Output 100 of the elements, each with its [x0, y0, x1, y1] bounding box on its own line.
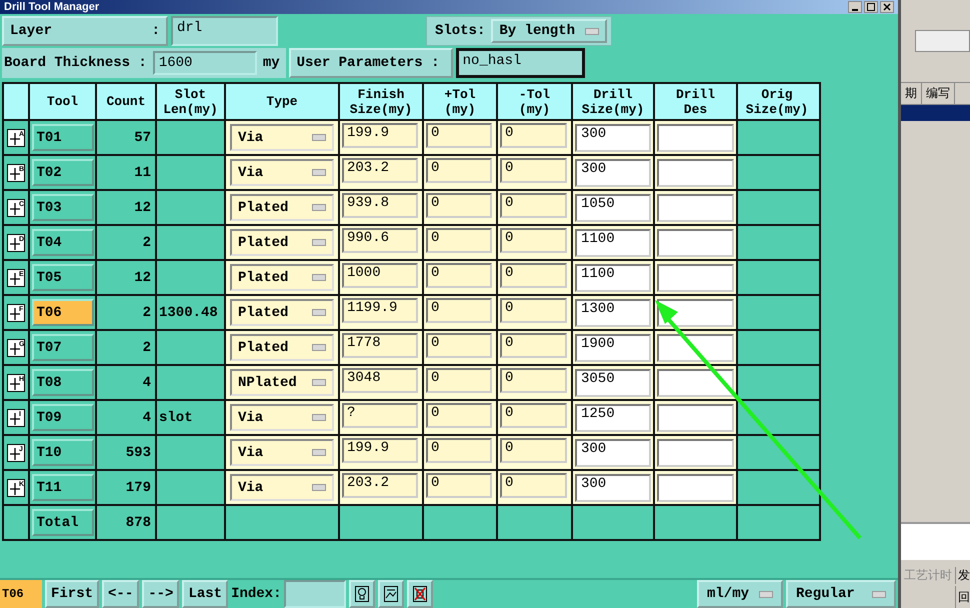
finish-size-field[interactable]: 3048 [342, 368, 418, 393]
minus-tolerance-field[interactable]: 0 [500, 263, 567, 288]
minus-tolerance-field[interactable]: 0 [500, 403, 567, 428]
drill-des-field[interactable] [657, 264, 734, 292]
tool-button[interactable]: T01 [32, 124, 94, 151]
units-dropdown[interactable]: ml/my [696, 580, 783, 608]
drill-size-field[interactable]: 1050 [575, 194, 651, 222]
drill-size-field[interactable]: 1900 [575, 334, 651, 362]
type-dropdown[interactable]: Via [230, 159, 334, 186]
type-dropdown[interactable]: Via [230, 404, 334, 431]
plus-tolerance-field[interactable]: 0 [426, 368, 492, 393]
plus-tolerance-field[interactable]: 0 [426, 193, 492, 218]
drill-size-field[interactable]: 300 [575, 474, 651, 502]
minus-tolerance-field[interactable]: 0 [500, 158, 567, 183]
drill-size-field[interactable]: 1300 [575, 298, 651, 326]
minimize-button[interactable] [848, 1, 862, 13]
mode-dropdown[interactable]: Regular [786, 580, 896, 608]
finish-size-field[interactable]: 199.9 [342, 123, 418, 148]
count-cell: 593 [97, 436, 157, 469]
minus-tolerance-field[interactable]: 0 [500, 298, 567, 323]
drill-des-field[interactable] [657, 438, 734, 466]
finish-size-field[interactable]: 203.2 [342, 158, 418, 183]
plus-tolerance-field[interactable]: 0 [426, 403, 492, 428]
count-cell: 2 [97, 226, 157, 259]
drill-des-field[interactable] [657, 474, 734, 502]
navigation-button[interactable]: First [45, 580, 100, 608]
finish-size-field[interactable]: 939.8 [342, 193, 418, 218]
finish-size-field[interactable]: ? [342, 403, 418, 428]
type-dropdown[interactable]: Plated [230, 299, 334, 326]
drill-size-field[interactable]: 300 [575, 438, 651, 466]
drill-des-field[interactable] [657, 228, 734, 256]
finish-size-field[interactable]: 199.9 [342, 438, 418, 463]
user-parameters-button[interactable]: User Parameters : [288, 48, 453, 78]
tool-button[interactable]: T09 [32, 404, 94, 431]
type-dropdown[interactable]: Via [230, 124, 334, 151]
delete-button[interactable] [407, 580, 434, 608]
drill-size-field[interactable]: 300 [575, 158, 651, 186]
minus-tolerance-field[interactable]: 0 [500, 333, 567, 358]
bulb-button[interactable] [349, 580, 376, 608]
drill-des-field[interactable] [657, 124, 734, 152]
drill-size-field[interactable]: 1250 [575, 404, 651, 432]
tool-button[interactable]: T05 [32, 264, 94, 291]
layer-text: Layer [10, 23, 52, 39]
slots-dropdown[interactable]: By length [491, 19, 607, 43]
plus-tolerance-field[interactable]: 0 [426, 333, 492, 358]
finish-size-field[interactable]: 1000 [342, 263, 418, 288]
type-dropdown[interactable]: Via [230, 439, 334, 466]
tool-button[interactable]: T02 [32, 159, 94, 186]
tool-button[interactable]: T03 [32, 194, 94, 221]
maximize-icon [867, 3, 875, 11]
plus-tolerance-field[interactable]: 0 [426, 158, 492, 183]
drill-size-field[interactable]: 1100 [575, 228, 651, 256]
navigation-button[interactable]: --> [142, 580, 180, 608]
plus-tolerance-field[interactable]: 0 [426, 438, 492, 463]
tool-button[interactable]: T10 [32, 439, 94, 466]
type-dropdown[interactable]: Plated [230, 264, 334, 291]
finish-size-field[interactable]: 1778 [342, 333, 418, 358]
finish-size-field[interactable]: 990.6 [342, 228, 418, 253]
drill-des-field[interactable] [657, 334, 734, 362]
plus-tolerance-field[interactable]: 0 [426, 473, 492, 498]
image-button[interactable] [378, 580, 404, 608]
user-parameters-field[interactable]: no_hasl [456, 48, 585, 78]
drill-des-field[interactable] [657, 368, 734, 396]
finish-size-field[interactable]: 1199.9 [342, 298, 418, 323]
tool-button[interactable]: T06 [32, 299, 94, 326]
plus-tolerance-field[interactable]: 0 [426, 263, 492, 288]
close-icon [883, 3, 891, 11]
minus-tolerance-field[interactable]: 0 [500, 123, 567, 148]
type-dropdown[interactable]: Plated [230, 334, 334, 361]
tool-button[interactable]: T07 [32, 334, 94, 361]
drill-des-field[interactable] [657, 158, 734, 186]
minus-tolerance-field[interactable]: 0 [500, 368, 567, 393]
drill-size-field[interactable]: 1100 [575, 264, 651, 292]
minus-tolerance-field[interactable]: 0 [500, 228, 567, 253]
navigation-button[interactable]: <-- [102, 580, 140, 608]
maximize-button[interactable] [864, 1, 878, 13]
layer-field[interactable]: drl [171, 16, 278, 46]
minus-tolerance-field[interactable]: 0 [500, 473, 567, 498]
drill-des-field[interactable] [657, 194, 734, 222]
type-dropdown[interactable]: Via [230, 474, 334, 501]
tool-button[interactable]: T11 [32, 474, 94, 501]
type-dropdown[interactable]: Plated [230, 229, 334, 256]
tool-button[interactable]: T04 [32, 229, 94, 256]
drill-size-field[interactable]: 300 [575, 124, 651, 152]
minus-tolerance-field[interactable]: 0 [500, 438, 567, 463]
tool-button[interactable]: T08 [32, 369, 94, 396]
minus-tolerance-field[interactable]: 0 [500, 193, 567, 218]
navigation-button[interactable]: Last [182, 580, 228, 608]
type-dropdown[interactable]: NPlated [230, 369, 334, 396]
drill-des-field[interactable] [657, 404, 734, 432]
drill-size-field[interactable]: 3050 [575, 368, 651, 396]
thickness-field[interactable]: 1600 [152, 51, 257, 75]
close-button[interactable] [880, 1, 894, 13]
plus-tolerance-field[interactable]: 0 [426, 123, 492, 148]
type-dropdown[interactable]: Plated [230, 194, 334, 221]
plus-tolerance-field[interactable]: 0 [426, 228, 492, 253]
index-field[interactable] [284, 580, 346, 608]
total-button[interactable]: Total [32, 509, 94, 536]
finish-size-field[interactable]: 203.2 [342, 473, 418, 498]
plus-tolerance-field[interactable]: 0 [426, 298, 492, 323]
